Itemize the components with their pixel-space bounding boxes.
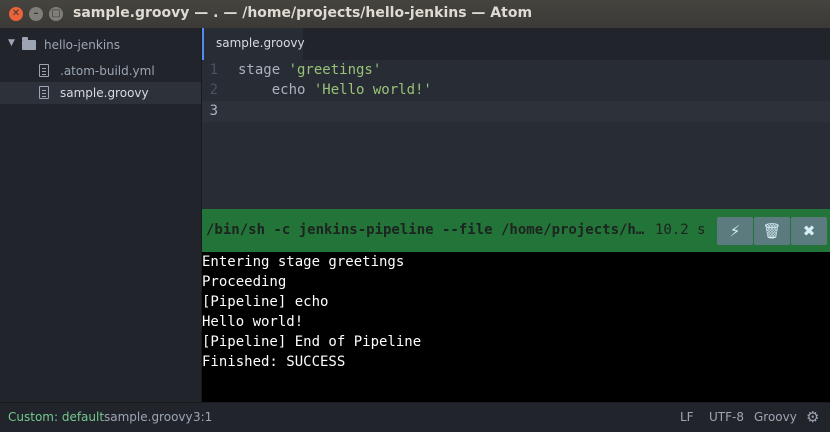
tree-file-sample-groovy[interactable]: sample.groovy [0,82,201,104]
line-ending-selector[interactable]: LF [680,410,694,424]
encoding-selector[interactable]: UTF-8 [709,410,744,424]
output-line: Entering stage greetings [202,254,405,270]
code-editor[interactable]: 1 stage 'greetings' 2 echo 'Hello world!… [202,60,830,209]
output-line: Hello world! [202,314,304,330]
trigger-build-button[interactable]: ⚡ [717,217,753,245]
minimize-window-button[interactable]: – [29,7,43,21]
trash-icon: 🗑 [762,222,782,240]
window-title: sample.groovy — . — /home/projects/hello… [73,5,533,21]
tab-bar: sample.groovy [202,28,830,61]
output-line: [Pipeline] End of Pipeline [202,334,422,350]
tree-root-label: hello-jenkins [44,38,121,52]
line-number: 2 [209,82,218,98]
tree-file-atom-build[interactable]: .atom-build.yml [0,60,201,82]
file-text-icon [39,86,49,99]
file-text-icon [39,64,49,77]
output-line: [Pipeline] echo [202,294,329,310]
output-line: Finished: SUCCESS [202,354,346,370]
line-code: stage 'greetings' [238,62,382,78]
tab-label: sample.groovy [216,36,305,50]
status-file-name[interactable]: sample.groovy [104,410,193,424]
close-icon: ✖ [802,222,816,240]
gear-icon[interactable]: ⚙ [806,408,819,426]
folder-icon [22,37,36,50]
build-time: 10.2 s [655,222,706,238]
line-code: echo 'Hello world!' [238,82,432,98]
editor-line-current[interactable]: 3 [202,101,830,122]
tree-view: ▼ hello-jenkins .atom-build.yml sample.g… [0,28,202,402]
editor-line[interactable]: 2 echo 'Hello world!' [202,80,830,101]
build-panel-header: /bin/sh -c jenkins-pipeline --file /home… [202,209,830,252]
build-output[interactable]: Entering stage greetings Proceeding [Pip… [202,252,830,402]
tab-sample-groovy[interactable]: sample.groovy [202,28,305,60]
build-target-status[interactable]: Custom: default [8,410,104,424]
output-line: Proceeding [202,274,287,290]
close-window-button[interactable]: ✕ [9,7,23,21]
clear-output-button[interactable]: 🗑 [754,217,790,245]
status-bar: Custom: default sample.groovy 3:1 LF UTF… [0,402,830,432]
tree-file-label: .atom-build.yml [60,64,155,78]
maximize-window-button[interactable]: □ [49,7,63,21]
title-bar: ✕ – □ sample.groovy — . — /home/projects… [0,0,830,28]
chevron-down-icon[interactable]: ▼ [8,38,15,48]
lightning-icon: ⚡ [729,222,741,240]
grammar-selector[interactable]: Groovy [754,410,797,424]
cursor-position[interactable]: 3:1 [193,410,212,424]
close-panel-button[interactable]: ✖ [791,217,827,245]
line-number: 1 [209,62,218,78]
tree-file-label: sample.groovy [60,86,149,100]
editor-line[interactable]: 1 stage 'greetings' [202,60,830,81]
line-number: 3 [209,103,218,119]
build-command: /bin/sh -c jenkins-pipeline --file /home… [206,222,645,238]
tree-root-folder[interactable]: ▼ hello-jenkins [0,34,201,58]
